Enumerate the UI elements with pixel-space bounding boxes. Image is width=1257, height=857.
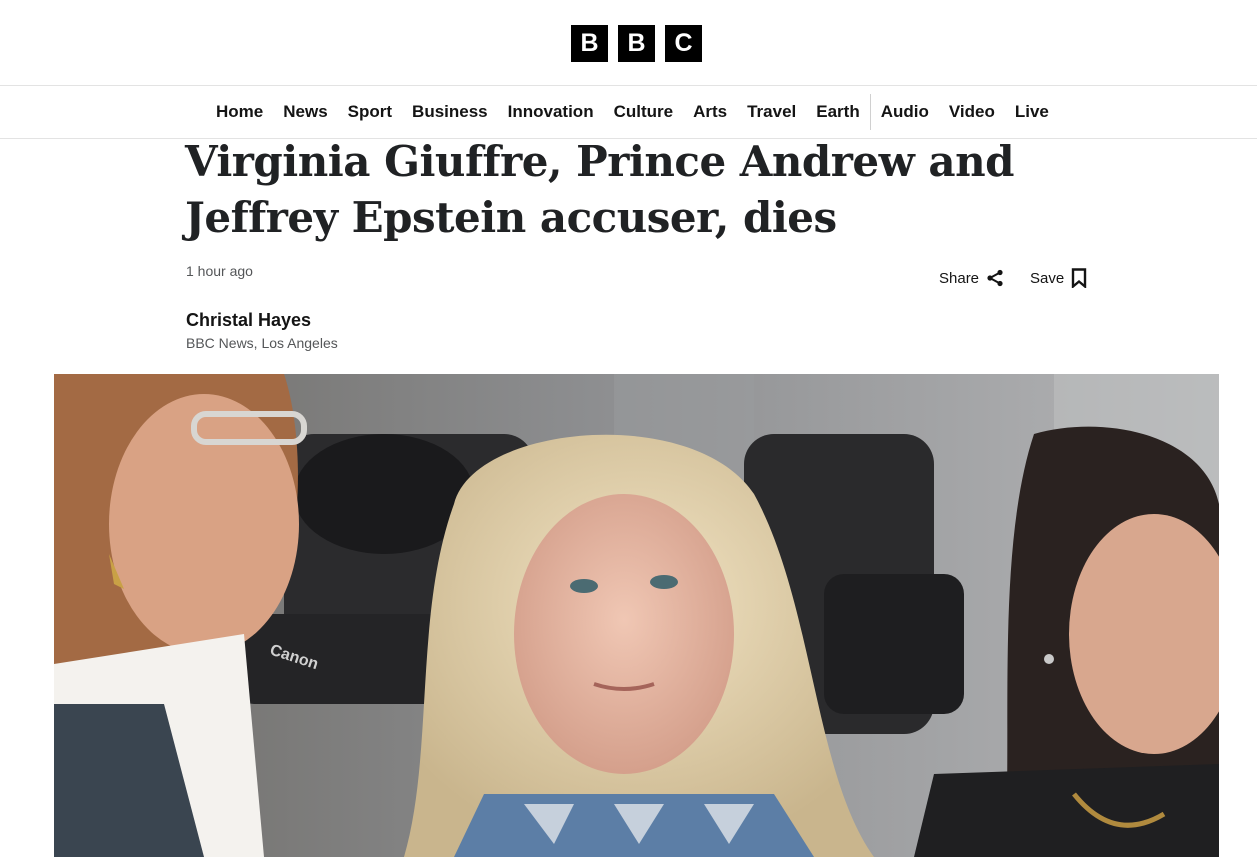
- nav-item-sport[interactable]: Sport: [338, 102, 402, 122]
- bookmark-icon: [1071, 268, 1087, 288]
- nav-item-audio[interactable]: Audio: [871, 102, 939, 122]
- nav-item-live[interactable]: Live: [1005, 102, 1059, 122]
- share-label: Share: [939, 269, 980, 287]
- article-headline: Virginia Giuffre, Prince Andrew and Jeff…: [185, 137, 1015, 242]
- nav-list: Home News Sport Business Innovation Cult…: [206, 86, 1059, 138]
- bbc-logo[interactable]: B B C: [571, 25, 702, 62]
- share-icon: [986, 269, 1004, 287]
- author-name[interactable]: Christal Hayes: [186, 310, 311, 331]
- save-button[interactable]: Save: [1030, 268, 1087, 288]
- save-label: Save: [1030, 269, 1065, 287]
- article-timestamp: 1 hour ago: [186, 263, 253, 279]
- share-button[interactable]: Share: [939, 269, 1004, 287]
- nav-item-video[interactable]: Video: [939, 102, 1005, 122]
- nav-item-business[interactable]: Business: [402, 102, 498, 122]
- nav-item-news[interactable]: News: [273, 102, 337, 122]
- logo-letter: B: [571, 25, 608, 62]
- nav-item-travel[interactable]: Travel: [737, 102, 806, 122]
- masthead: B B C: [0, 0, 1257, 86]
- nav-item-earth[interactable]: Earth: [806, 102, 869, 122]
- author-role: BBC News, Los Angeles: [186, 335, 338, 351]
- nav-item-innovation[interactable]: Innovation: [498, 102, 604, 122]
- logo-letter: C: [665, 25, 702, 62]
- hero-photo: Canon: [54, 374, 1219, 857]
- logo-letter: B: [618, 25, 655, 62]
- hero-image: Canon: [54, 374, 1219, 857]
- nav-item-home[interactable]: Home: [206, 102, 273, 122]
- nav-item-arts[interactable]: Arts: [683, 102, 737, 122]
- nav-item-culture[interactable]: Culture: [604, 102, 684, 122]
- main-navigation: Home News Sport Business Innovation Cult…: [0, 86, 1257, 139]
- article-actions: Share Save: [939, 268, 1087, 288]
